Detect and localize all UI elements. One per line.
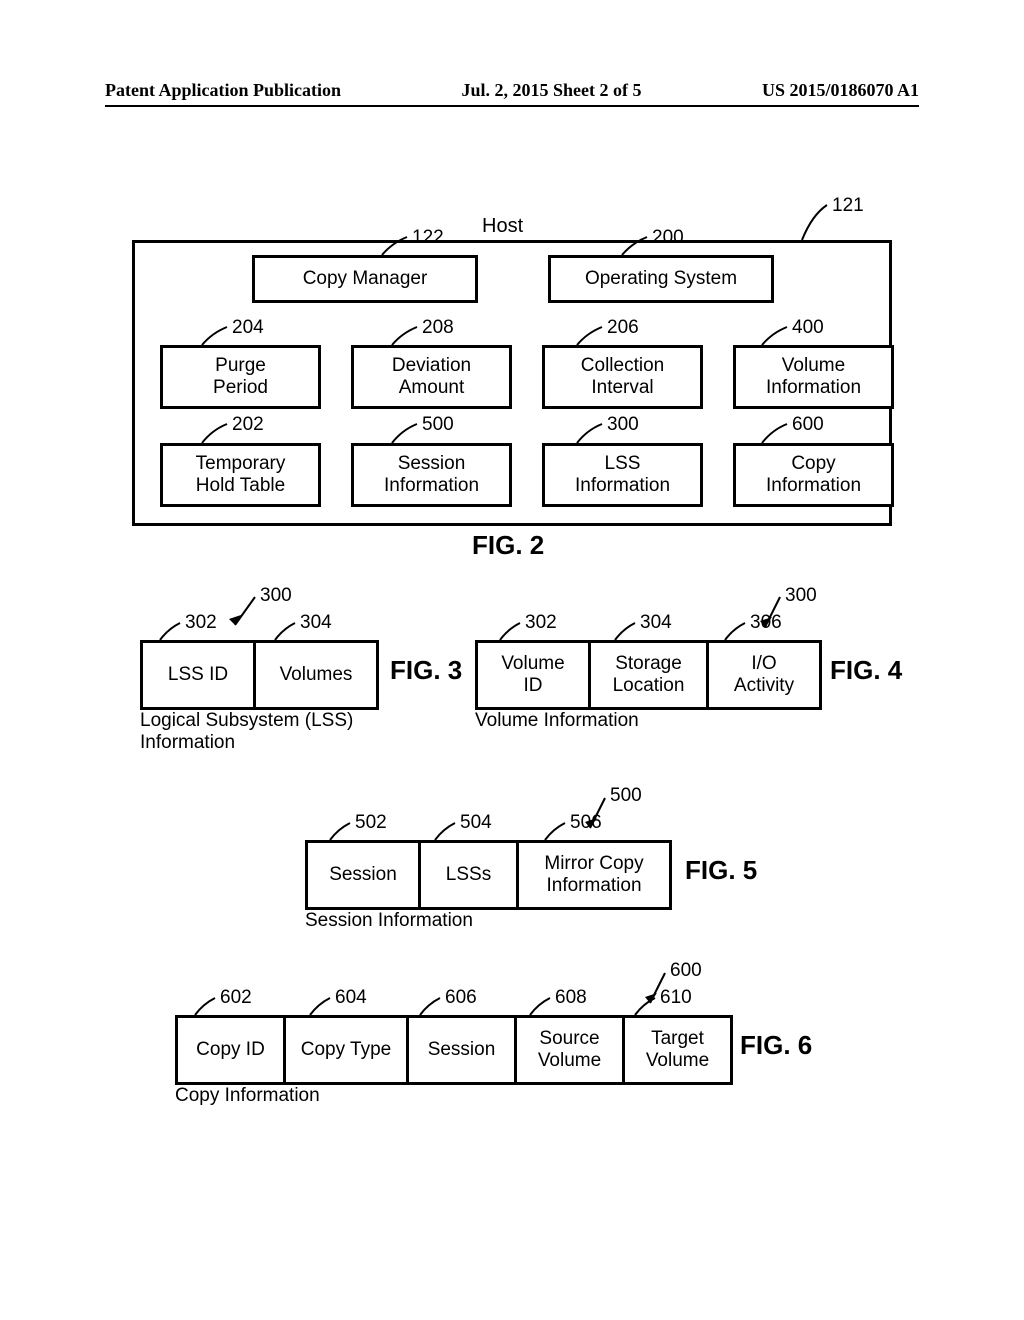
callout-300-fig3: 300 (260, 585, 292, 607)
callout-604-fig6: 604 (335, 987, 367, 1009)
callout-606-fig6: 606 (445, 987, 477, 1009)
figure-5: Session LSSs Mirror Copy Information 500… (305, 790, 825, 960)
callout-600-fig6: 600 (670, 960, 702, 982)
fig4-volume-id-cell: Volume ID (475, 640, 591, 710)
callout-608-fig6: 608 (555, 987, 587, 1009)
callout-304-fig3: 304 (300, 612, 332, 634)
fig6-caption: Copy Information (175, 1085, 320, 1107)
purge-period-box: Purge Period (160, 345, 321, 409)
fig5-lsss-cell: LSSs (421, 840, 519, 910)
fig4-row: Volume ID Storage Location I/O Activity (475, 640, 822, 710)
fig6-label: FIG. 6 (740, 1030, 812, 1061)
callout-200: 200 (652, 227, 684, 249)
fig4-io-activity-cell: I/O Activity (709, 640, 822, 710)
callout-304-fig4: 304 (640, 612, 672, 634)
fig4-label: FIG. 4 (830, 655, 902, 686)
fig2-top-row: Copy Manager Operating System (252, 255, 774, 303)
callout-302-fig4: 302 (525, 612, 557, 634)
callout-121: 121 (832, 195, 864, 217)
fig2-mid-row: Purge Period Deviation Amount Collection… (160, 345, 894, 409)
fig5-session-cell: Session (305, 840, 421, 910)
fig5-caption: Session Information (305, 910, 473, 932)
callout-602-fig6: 602 (220, 987, 252, 1009)
callout-306-fig4: 306 (750, 612, 782, 634)
copy-manager-box: Copy Manager (252, 255, 478, 303)
fig3-lss-id-cell: LSS ID (140, 640, 256, 710)
callout-202: 202 (232, 414, 264, 436)
fig4-caption: Volume Information (475, 710, 639, 732)
figure-6: Copy ID Copy Type Session Source Volume … (175, 965, 875, 1135)
header-rule (105, 105, 919, 107)
fig5-mirror-copy-cell: Mirror Copy Information (519, 840, 672, 910)
callout-300-fig4: 300 (785, 585, 817, 607)
fig4-storage-location-cell: Storage Location (591, 640, 709, 710)
callout-504-fig5: 504 (460, 812, 492, 834)
fig6-source-volume-cell: Source Volume (517, 1015, 625, 1085)
fig5-row: Session LSSs Mirror Copy Information (305, 840, 672, 910)
figure-4: Volume ID Storage Location I/O Activity … (475, 585, 935, 765)
callout-400: 400 (792, 317, 824, 339)
fig2-bot-row: Temporary Hold Table Session Information… (160, 443, 894, 507)
figure-2: Host Copy Manager Operating System Purge… (132, 195, 892, 555)
fig3-volumes-cell: Volumes (256, 640, 379, 710)
callout-206: 206 (607, 317, 639, 339)
callout-208: 208 (422, 317, 454, 339)
page-header: Patent Application Publication Jul. 2, 2… (0, 80, 1024, 101)
copy-information-box: Copy Information (733, 443, 894, 507)
callout-502-fig5: 502 (355, 812, 387, 834)
volume-information-box: Volume Information (733, 345, 894, 409)
callout-600: 600 (792, 414, 824, 436)
callout-300: 300 (607, 414, 639, 436)
fig6-copy-type-cell: Copy Type (286, 1015, 409, 1085)
lss-information-box: LSS Information (542, 443, 703, 507)
header-left: Patent Application Publication (105, 80, 341, 101)
fig3-label: FIG. 3 (390, 655, 462, 686)
figure-3: LSS ID Volumes 300 302 304 FIG. 3 Logica… (140, 585, 530, 765)
callout-302-fig3: 302 (185, 612, 217, 634)
header-center: Jul. 2, 2015 Sheet 2 of 5 (462, 80, 642, 101)
callout-506-fig5: 506 (570, 812, 602, 834)
operating-system-box: Operating System (548, 255, 774, 303)
callout-122: 122 (412, 227, 444, 249)
session-information-box: Session Information (351, 443, 512, 507)
fig5-label: FIG. 5 (685, 855, 757, 886)
fig6-row: Copy ID Copy Type Session Source Volume … (175, 1015, 733, 1085)
deviation-amount-box: Deviation Amount (351, 345, 512, 409)
fig6-session-cell: Session (409, 1015, 517, 1085)
content-area: Host Copy Manager Operating System Purge… (120, 195, 904, 555)
fig2-label: FIG. 2 (472, 530, 544, 561)
fig6-target-volume-cell: Target Volume (625, 1015, 733, 1085)
temporary-hold-table-box: Temporary Hold Table (160, 443, 321, 507)
fig6-copy-id-cell: Copy ID (175, 1015, 286, 1085)
header-right: US 2015/0186070 A1 (762, 80, 919, 101)
fig3-row: LSS ID Volumes (140, 640, 379, 710)
callout-610-fig6: 610 (660, 987, 692, 1009)
host-label: Host (482, 215, 523, 238)
fig3-caption: Logical Subsystem (LSS) Information (140, 710, 353, 754)
callout-500: 500 (422, 414, 454, 436)
callout-500-fig5: 500 (610, 785, 642, 807)
collection-interval-box: Collection Interval (542, 345, 703, 409)
callout-204: 204 (232, 317, 264, 339)
